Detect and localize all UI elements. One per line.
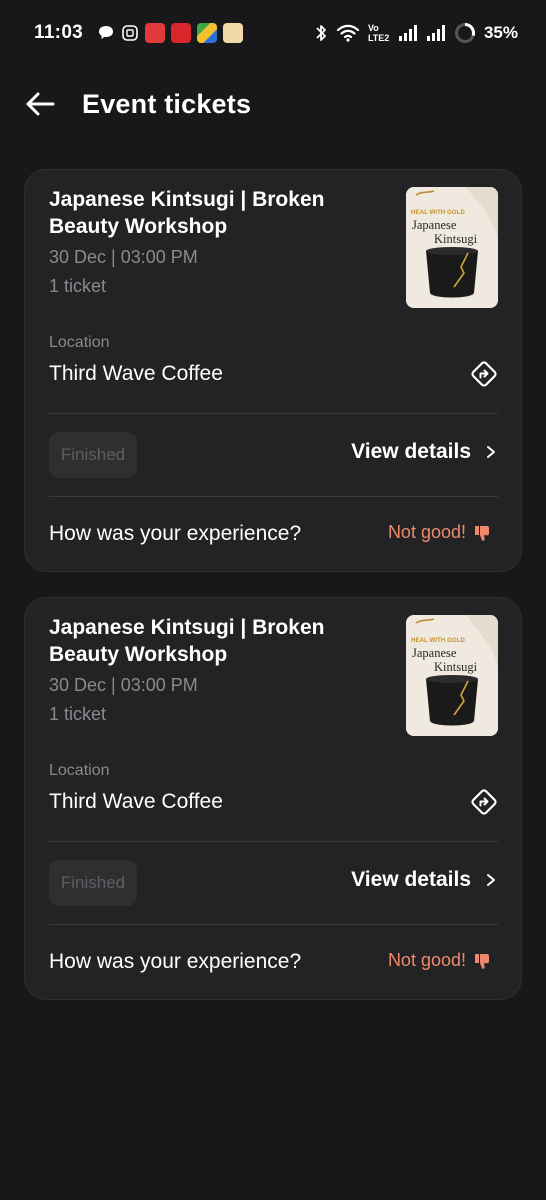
location-name: Third Wave Coffee [49, 362, 223, 385]
status-right: Vo LTE2 35% [314, 22, 518, 44]
directions-button[interactable] [469, 787, 499, 817]
volte-icon: Vo LTE2 [367, 23, 390, 43]
location-label: Location [49, 762, 110, 779]
feedback-question: How was your experience? [49, 950, 302, 973]
feedback-label: Not good! [387, 950, 466, 970]
ticket-card[interactable]: Japanese Kintsugi | Broken Beauty Worksh… [24, 597, 522, 1000]
page-title: Event tickets [82, 88, 252, 119]
poster-title-line2: Kintsugi [434, 660, 478, 674]
directions-icon [471, 789, 497, 815]
feedback-button[interactable]: Not good! [388, 950, 491, 971]
signal-icon [426, 25, 445, 41]
event-date-time: 30 Dec | 03:00 PM [49, 247, 198, 267]
view-details-label: View details [351, 868, 471, 891]
thumbs-down-icon [475, 953, 489, 969]
status-badge: Finished [49, 860, 137, 906]
divider [49, 413, 498, 414]
feedback-question: How was your experience? [49, 522, 302, 545]
battery-ring-icon [454, 23, 475, 43]
app-amazon-icon [223, 23, 244, 43]
back-button[interactable] [20, 84, 60, 124]
bluetooth-icon [316, 25, 326, 41]
divider [49, 924, 498, 925]
app-header: Event tickets [0, 78, 546, 130]
app-multicolor-icon [197, 23, 218, 43]
status-time: 11:03 [34, 22, 84, 43]
chat-bubble-icon [99, 26, 114, 39]
poster-tagline: HEAL WITH GOLD [411, 209, 465, 216]
poster-tagline: HEAL WITH GOLD [411, 637, 465, 644]
view-details-button[interactable]: View details [351, 440, 497, 464]
view-details-label: View details [351, 440, 471, 463]
arrow-left-icon [26, 92, 55, 116]
signal-icon [398, 25, 417, 41]
event-title: Japanese Kintsugi | Broken Beauty Worksh… [49, 616, 325, 666]
status-badge: Finished [49, 432, 137, 478]
feedback-label: Not good! [387, 522, 466, 542]
wifi-icon [336, 24, 360, 42]
app-red-icon [145, 23, 166, 43]
directions-button[interactable] [469, 359, 499, 389]
feedback-button[interactable]: Not good! [388, 522, 491, 543]
notification-icons [97, 23, 244, 43]
location-label: Location [49, 334, 110, 351]
poster-title-line1: Japanese [412, 218, 457, 232]
app-jiomart-icon [171, 23, 192, 43]
shield-app-icon [122, 25, 138, 41]
chevron-right-icon [487, 446, 495, 458]
battery-percent: 35% [483, 23, 518, 42]
directions-icon [471, 361, 497, 387]
location-name: Third Wave Coffee [49, 790, 223, 813]
status-bar: 11:03 Vo LTE2 35% [0, 0, 546, 66]
chevron-right-icon [487, 874, 495, 886]
event-title: Japanese Kintsugi | Broken Beauty Worksh… [49, 188, 325, 238]
event-poster[interactable]: HEAL WITH GOLD Japanese Kintsugi [406, 615, 498, 736]
view-details-button[interactable]: View details [351, 868, 497, 892]
event-poster[interactable]: HEAL WITH GOLD Japanese Kintsugi [406, 187, 498, 308]
ticket-count: 1 ticket [49, 704, 107, 724]
poster-title-line1: Japanese [412, 646, 457, 660]
thumbs-down-icon [475, 525, 489, 541]
ticket-count: 1 ticket [49, 276, 107, 296]
divider [49, 496, 498, 497]
divider [49, 841, 498, 842]
poster-title-line2: Kintsugi [434, 232, 478, 246]
ticket-card[interactable]: Japanese Kintsugi | Broken Beauty Worksh… [24, 169, 522, 572]
event-date-time: 30 Dec | 03:00 PM [49, 675, 198, 695]
